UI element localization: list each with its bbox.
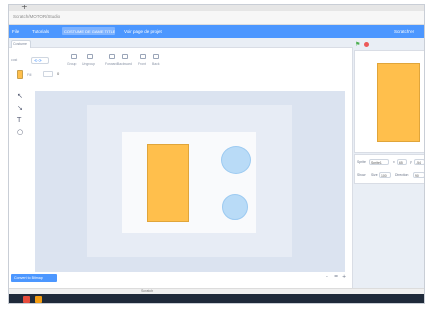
os-taskbar (9, 294, 424, 303)
undo-redo-group[interactable]: ⟲ ⟳ (31, 57, 49, 64)
account-menu[interactable]: Scratch'er (394, 29, 414, 34)
address-bar[interactable]: Scratch/MOTOR/Studio (9, 11, 424, 25)
show-label: Show (357, 173, 366, 177)
x-label: x (393, 160, 395, 164)
fill-value[interactable]: 0 (57, 71, 59, 76)
text-tool-icon[interactable]: T (17, 116, 21, 124)
canvas-costume-area[interactable] (122, 132, 256, 233)
backward-icon[interactable] (122, 54, 128, 59)
share-link[interactable]: Voir page de projet (124, 29, 162, 34)
sprite-name-input[interactable]: Sprite1 (369, 159, 389, 165)
zoom-in-button[interactable]: + (342, 274, 346, 280)
circle-shape-top[interactable] (221, 146, 251, 174)
group-label: Group (67, 62, 77, 66)
url-text: Scratch/MOTOR/Studio (13, 14, 61, 19)
costume-name-label: cost (11, 58, 18, 62)
front-icon[interactable] (140, 54, 146, 59)
paint-side-tools: ↖ ↘ T ○ (9, 92, 31, 152)
browser-taskbar-icon[interactable] (35, 296, 42, 303)
circle-shape-bottom[interactable] (222, 194, 248, 220)
size-label: Size (371, 173, 378, 177)
menu-file[interactable]: File (12, 29, 19, 34)
direction-label: Direction (395, 173, 409, 177)
y-input[interactable]: -54 (414, 159, 424, 165)
back-label: Back (152, 62, 160, 66)
sprite-label: Sprite (357, 160, 366, 164)
paint-editor: cost ⟲ ⟳ Group Ungroup Forward Backward … (9, 48, 353, 288)
scratch-menubar: File Tutorials COSTUME DE GAME TITLE Voi… (9, 25, 424, 38)
size-input[interactable]: 100 (379, 172, 391, 178)
sprite-info-panel: Sprite Sprite1 x 65 y -54 Show Size 100 … (354, 154, 424, 184)
front-label: Front (138, 62, 146, 66)
new-tab-button[interactable]: + (21, 5, 28, 11)
stage-sprite-rectangle (377, 63, 420, 142)
fill-label: Fill (27, 73, 32, 77)
circle-tool-icon[interactable]: ○ (17, 128, 23, 136)
forward-icon[interactable] (109, 54, 115, 59)
browser-window: + Scratch/MOTOR/Studio File Tutorials CO… (8, 4, 425, 304)
fill-color-swatch[interactable] (17, 70, 23, 79)
zoom-reset-button[interactable]: = (334, 274, 338, 280)
start-menu-icon[interactable] (23, 296, 30, 303)
ungroup-icon[interactable] (87, 54, 93, 59)
convert-to-bitmap-button[interactable]: Convert to Bitmap (11, 274, 57, 282)
paint-canvas-area[interactable] (35, 91, 345, 272)
ungroup-label: Ungroup (82, 62, 96, 66)
paint-toolbar: cost ⟲ ⟳ Group Ungroup Forward Backward … (9, 48, 352, 88)
green-flag-icon[interactable]: ⚑ (355, 41, 360, 48)
reshape-tool-icon[interactable]: ↘ (17, 104, 23, 112)
project-title-input[interactable]: COSTUME DE GAME TITLE (62, 27, 115, 35)
tab-costume[interactable]: Costume (11, 40, 31, 48)
zoom-out-button[interactable]: - (326, 274, 328, 280)
stage-panel: Sprite Sprite1 x 65 y -54 Show Size 100 … (354, 48, 424, 288)
x-input[interactable]: 65 (397, 159, 407, 165)
canvas-outer (87, 105, 292, 257)
select-tool-icon[interactable]: ↖ (17, 92, 23, 100)
direction-input[interactable]: 90 (413, 172, 424, 178)
fill-outline-box[interactable] (43, 71, 53, 77)
menu-tutorials[interactable]: Tutorials (32, 29, 49, 34)
y-label: y (410, 160, 412, 164)
stage-preview[interactable] (354, 50, 424, 153)
backward-label: Backward (117, 62, 132, 66)
editor-tabs: Costume (9, 38, 353, 48)
back-icon[interactable] (153, 54, 159, 59)
forward-label: Forward (105, 62, 118, 66)
group-icon[interactable] (71, 54, 77, 59)
rectangle-shape[interactable] (147, 144, 189, 222)
stop-sign-icon[interactable] (364, 42, 369, 47)
status-text: Scratch (141, 289, 154, 293)
